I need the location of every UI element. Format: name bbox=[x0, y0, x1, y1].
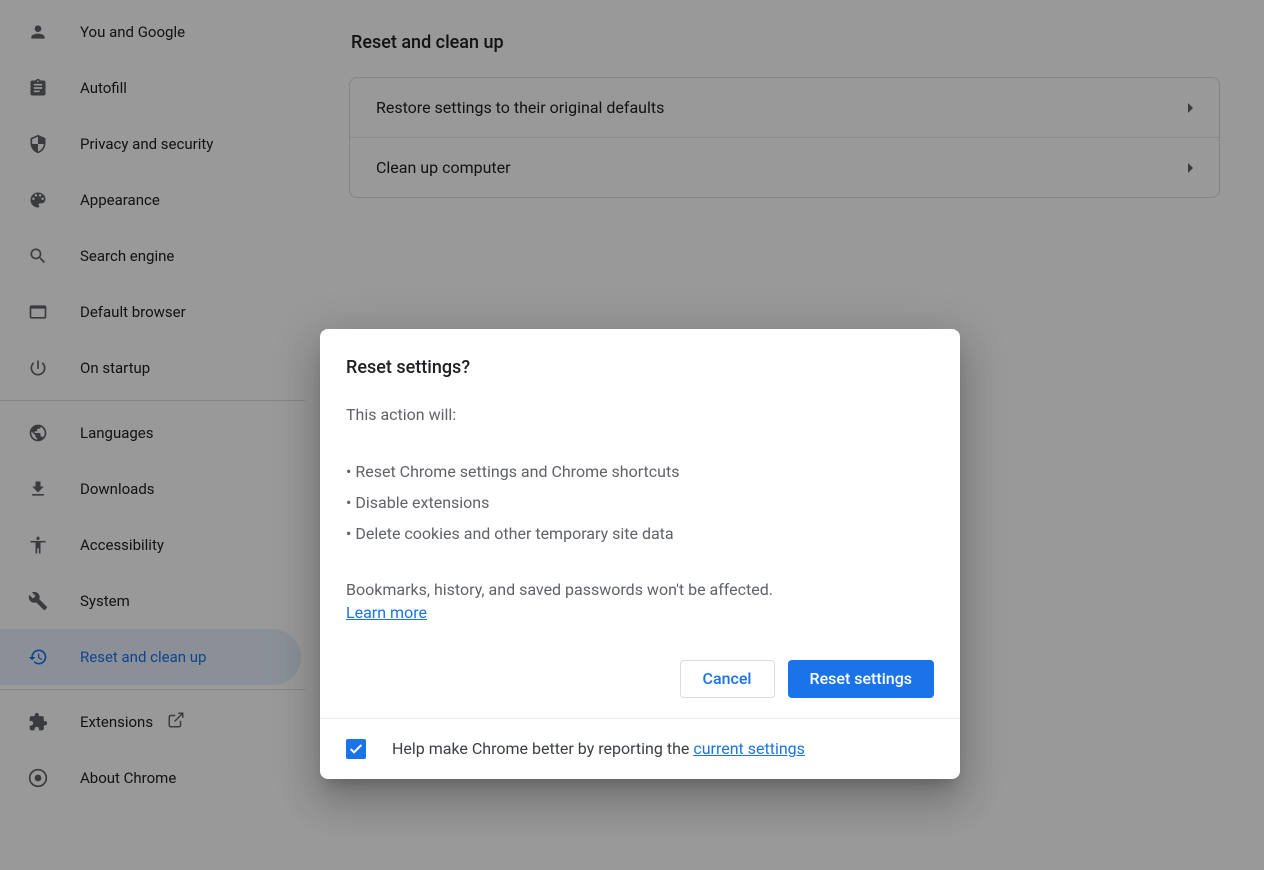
cancel-button[interactable]: Cancel bbox=[680, 660, 775, 698]
dialog-buttons: Cancel Reset settings bbox=[346, 660, 934, 698]
learn-more-link[interactable]: Learn more bbox=[346, 603, 427, 622]
dialog-title: Reset settings? bbox=[346, 357, 934, 378]
dialog-intro: This action will: bbox=[346, 402, 934, 428]
reset-settings-dialog: Reset settings? This action will: • Rese… bbox=[320, 329, 960, 779]
report-settings-checkbox[interactable] bbox=[346, 739, 366, 759]
dialog-bullet: • Delete cookies and other temporary sit… bbox=[346, 518, 934, 549]
check-icon bbox=[348, 741, 364, 757]
dialog-bullet-list: • Reset Chrome settings and Chrome short… bbox=[346, 456, 934, 550]
dialog-footer: Help make Chrome better by reporting the… bbox=[320, 718, 960, 779]
reset-settings-button[interactable]: Reset settings bbox=[788, 660, 935, 698]
dialog-footer-text: Help make Chrome better by reporting the… bbox=[392, 739, 805, 758]
dialog-body: Reset settings? This action will: • Rese… bbox=[320, 329, 960, 718]
dialog-bullet: • Reset Chrome settings and Chrome short… bbox=[346, 456, 934, 487]
dialog-bullet: • Disable extensions bbox=[346, 487, 934, 518]
dialog-note: Bookmarks, history, and saved passwords … bbox=[346, 577, 934, 603]
current-settings-link[interactable]: current settings bbox=[693, 739, 805, 758]
